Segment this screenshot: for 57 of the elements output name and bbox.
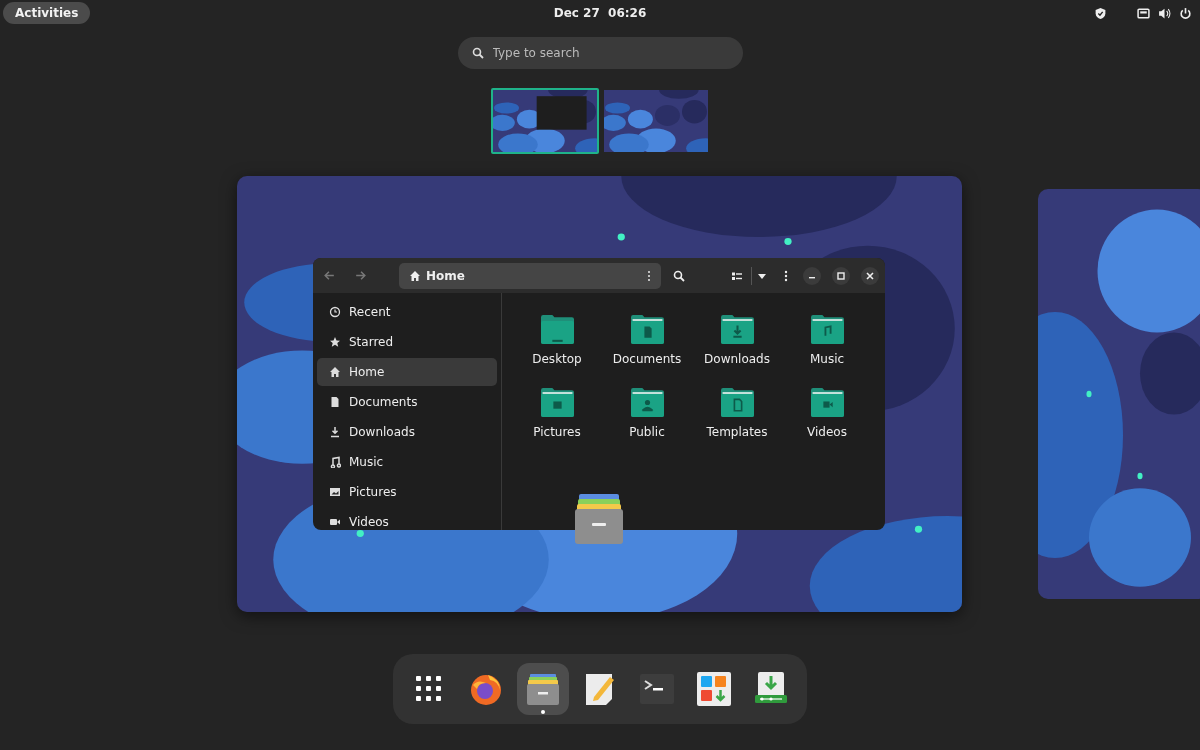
volume-icon[interactable] — [1158, 6, 1171, 20]
terminal-icon — [639, 671, 675, 707]
folder-label[interactable]: Downloads — [704, 352, 770, 366]
search-icon — [471, 47, 484, 59]
folder-label[interactable]: Documents — [612, 352, 682, 366]
power-icon[interactable] — [1179, 6, 1192, 20]
document-icon — [329, 396, 341, 408]
picture-icon — [329, 486, 341, 498]
forward-arrow-icon[interactable] — [354, 269, 367, 282]
shield-icon[interactable] — [1094, 6, 1107, 20]
clock[interactable]: Dec 27 06:26 — [553, 6, 647, 20]
file-manager-window[interactable]: Home Recent Starred Home Documents Downloads Music Pictures Videos Desktop Documents Downloads Music Pictures Public Templates Videos — [313, 258, 885, 530]
sidebar-item[interactable]: Home — [317, 358, 497, 386]
software-store-icon — [696, 671, 732, 707]
folder-icon[interactable] — [540, 388, 574, 417]
minimize-icon[interactable] — [803, 266, 821, 285]
sidebar-item[interactable]: Documents — [317, 388, 497, 416]
folder-icon[interactable] — [810, 315, 844, 344]
video-icon — [329, 516, 341, 528]
folder-icon[interactable] — [720, 388, 754, 417]
sidebar-item[interactable]: Pictures — [317, 478, 497, 506]
file-cabinet-icon — [525, 671, 561, 707]
close-icon[interactable] — [861, 266, 879, 285]
search-field[interactable]: Type to search — [457, 37, 743, 69]
folder-label[interactable]: Templates — [706, 425, 768, 439]
folder-icon[interactable] — [720, 315, 754, 344]
folder-icon[interactable] — [630, 388, 664, 417]
download-icon — [329, 426, 341, 438]
location-bar[interactable]: Home — [399, 262, 661, 289]
star-icon — [329, 336, 341, 348]
sidebar-item[interactable]: Music — [317, 448, 497, 476]
network-icon[interactable] — [1137, 6, 1150, 20]
folder-label[interactable]: Public — [629, 425, 665, 439]
home-icon — [329, 366, 341, 378]
recent-icon — [329, 306, 341, 318]
folder-icon[interactable] — [630, 315, 664, 344]
activities-button[interactable]: Activities — [3, 2, 91, 24]
sidebar-item[interactable]: Videos — [317, 508, 497, 530]
sidebar-item[interactable]: Starred — [317, 328, 497, 356]
kebab-menu-icon[interactable] — [647, 269, 651, 282]
folder-label[interactable]: Videos — [807, 425, 847, 439]
music-icon — [329, 456, 341, 468]
back-arrow-icon[interactable] — [323, 269, 336, 282]
sidebar-item[interactable]: Downloads — [317, 418, 497, 446]
file-cabinet-icon[interactable] — [575, 494, 623, 544]
search-icon[interactable] — [673, 269, 685, 282]
maximize-icon[interactable] — [832, 266, 850, 285]
dock-item[interactable] — [517, 663, 569, 715]
folder-label[interactable]: Desktop — [532, 352, 582, 366]
running-indicator — [541, 710, 545, 714]
folder-icon[interactable] — [540, 315, 574, 344]
folder-label[interactable]: Pictures — [533, 425, 581, 439]
folder-label[interactable]: Music — [809, 352, 845, 366]
sidebar-item[interactable]: Recent — [317, 298, 497, 326]
folder-icon[interactable] — [810, 388, 844, 417]
location-label: Home — [426, 268, 465, 283]
home-icon — [409, 269, 421, 282]
